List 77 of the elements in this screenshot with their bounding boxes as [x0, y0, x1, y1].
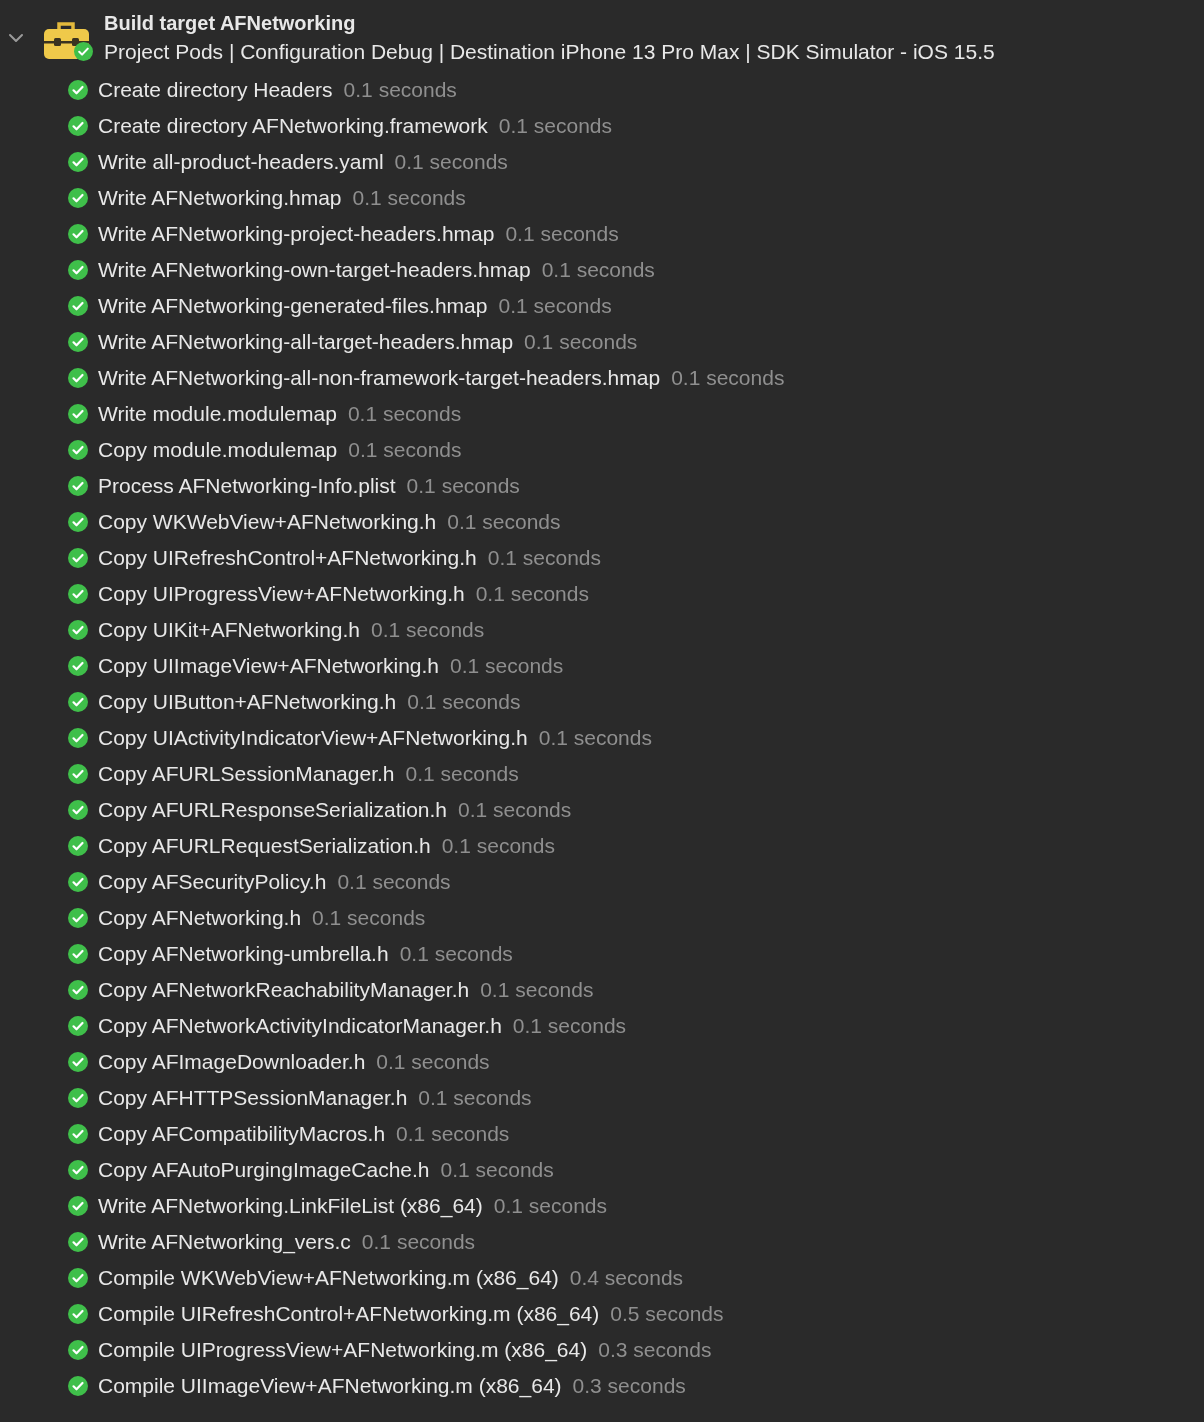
step-duration: 0.5 seconds [610, 1302, 724, 1326]
step-name: Write AFNetworking.hmap [98, 186, 342, 210]
step-duration: 0.1 seconds [399, 942, 513, 966]
step-duration: 0.1 seconds [487, 546, 601, 570]
step-duration: 0.3 seconds [572, 1374, 686, 1398]
step-name: Write AFNetworking.LinkFileList (x86_64) [98, 1194, 483, 1218]
step-name: Copy UIProgressView+AFNetworking.h [98, 582, 465, 606]
step-duration: 0.1 seconds [407, 690, 521, 714]
step-duration: 0.1 seconds [312, 906, 426, 930]
step-duration: 0.1 seconds [343, 78, 457, 102]
step-name: Compile UIImageView+AFNetworking.m (x86_64) [98, 1374, 562, 1398]
step-name: Write AFNetworking-all-target-headers.hmap [98, 330, 514, 354]
step-duration: 0.1 seconds [498, 294, 612, 318]
step-name: Create directory AFNetworking.framework [98, 114, 488, 138]
step-duration: 0.1 seconds [406, 474, 520, 498]
step-duration: 0.1 seconds [475, 582, 589, 606]
build-target-details: Project Pods | Configuration Debug | Destination iPhone 13 Pro Max | SDK Simulator - iOS 15.5 [104, 39, 995, 65]
step-name: Copy UIKit+AFNetworking.h [98, 618, 361, 642]
step-name: Copy AFURLRequestSerialization.h [98, 834, 431, 858]
step-duration: 0.1 seconds [524, 330, 638, 354]
step-duration: 0.1 seconds [371, 618, 485, 642]
step-duration: 0.1 seconds [440, 1158, 554, 1182]
step-duration: 0.4 seconds [569, 1266, 684, 1290]
step-name: Copy AFURLResponseSerialization.h [98, 798, 447, 822]
step-duration: 0.1 seconds [361, 1230, 476, 1254]
step-duration: 0.1 seconds [447, 510, 561, 534]
step-duration: 0.1 seconds [396, 1122, 510, 1146]
step-name: Compile UIRefreshControl+AFNetworking.m (x86_64) [98, 1302, 600, 1326]
step-name: Copy AFNetworking-umbrella.h [98, 942, 389, 966]
step-duration: 0.1 seconds [538, 726, 652, 750]
step-name: Copy AFNetworkReachabilityManager.h [98, 978, 470, 1002]
step-duration: 0.1 seconds [493, 1194, 607, 1218]
step-name: Copy UIImageView+AFNetworking.h [98, 654, 439, 678]
step-duration: 0.1 seconds [458, 798, 572, 822]
step-duration: 0.1 seconds [512, 1014, 627, 1038]
step-duration: 0.3 seconds [598, 1338, 712, 1362]
step-duration: 0.1 seconds [347, 402, 462, 426]
step-duration: 0.1 seconds [671, 366, 785, 390]
step-name: Copy WKWebView+AFNetworking.h [98, 510, 437, 534]
step-name: Write module.modulemap [98, 402, 337, 426]
step-name: Copy UIButton+AFNetworking.h [98, 690, 397, 714]
step-name: Write AFNetworking-generated-files.hmap [98, 294, 488, 318]
step-name: Process AFNetworking-Info.plist [98, 474, 396, 498]
step-name: Copy AFHTTPSessionManager.h [98, 1086, 408, 1110]
step-name: Create directory Headers [98, 78, 333, 102]
step-duration: 0.1 seconds [376, 1050, 490, 1074]
step-name: Copy AFURLSessionManager.h [98, 762, 395, 786]
step-name: Compile WKWebView+AFNetworking.m (x86_64) [98, 1266, 559, 1290]
step-duration: 0.1 seconds [541, 258, 655, 282]
step-duration: 0.1 seconds [418, 1086, 532, 1110]
step-name: Write all-product-headers.yaml [98, 150, 384, 174]
step-name: Copy UIActivityIndicatorView+AFNetworking.h [98, 726, 528, 750]
step-duration: 0.1 seconds [498, 114, 613, 138]
build-target-title: Build target AFNetworking [104, 11, 357, 36]
step-duration: 0.1 seconds [405, 762, 519, 786]
step-duration: 0.1 seconds [337, 870, 451, 894]
step-duration: 0.1 seconds [505, 222, 619, 246]
step-name: Write AFNetworking-own-target-headers.hmap [98, 258, 531, 282]
step-duration: 0.1 seconds [394, 150, 508, 174]
step-duration: 0.1 seconds [450, 654, 564, 678]
step-name: Write AFNetworking_vers.c [98, 1230, 351, 1254]
step-duration: 0.1 seconds [480, 978, 594, 1002]
step-name: Copy AFCompatibilityMacros.h [98, 1122, 386, 1146]
disclosure-chevron[interactable] [8, 33, 24, 45]
step-name: Copy UIRefreshControl+AFNetworking.h [98, 546, 477, 570]
step-name: Write AFNetworking-all-non-framework-target-headers.hmap [98, 366, 661, 390]
step-name: Write AFNetworking-project-headers.hmap [98, 222, 495, 246]
step-name: Copy AFNetworking.h [98, 906, 302, 930]
step-name: Copy AFSecurityPolicy.h [98, 870, 327, 894]
step-duration: 0.1 seconds [441, 834, 555, 858]
step-name: Copy AFAutoPurgingImageCache.h [98, 1158, 430, 1182]
step-name: Copy AFNetworkActivityIndicatorManager.h [98, 1014, 502, 1038]
step-duration: 0.1 seconds [348, 438, 462, 462]
step-duration: 0.1 seconds [352, 186, 466, 210]
step-name: Copy module.modulemap [98, 438, 338, 462]
step-name: Copy AFImageDownloader.h [98, 1050, 366, 1074]
step-name: Compile UIProgressView+AFNetworking.m (x86_64) [98, 1338, 588, 1362]
